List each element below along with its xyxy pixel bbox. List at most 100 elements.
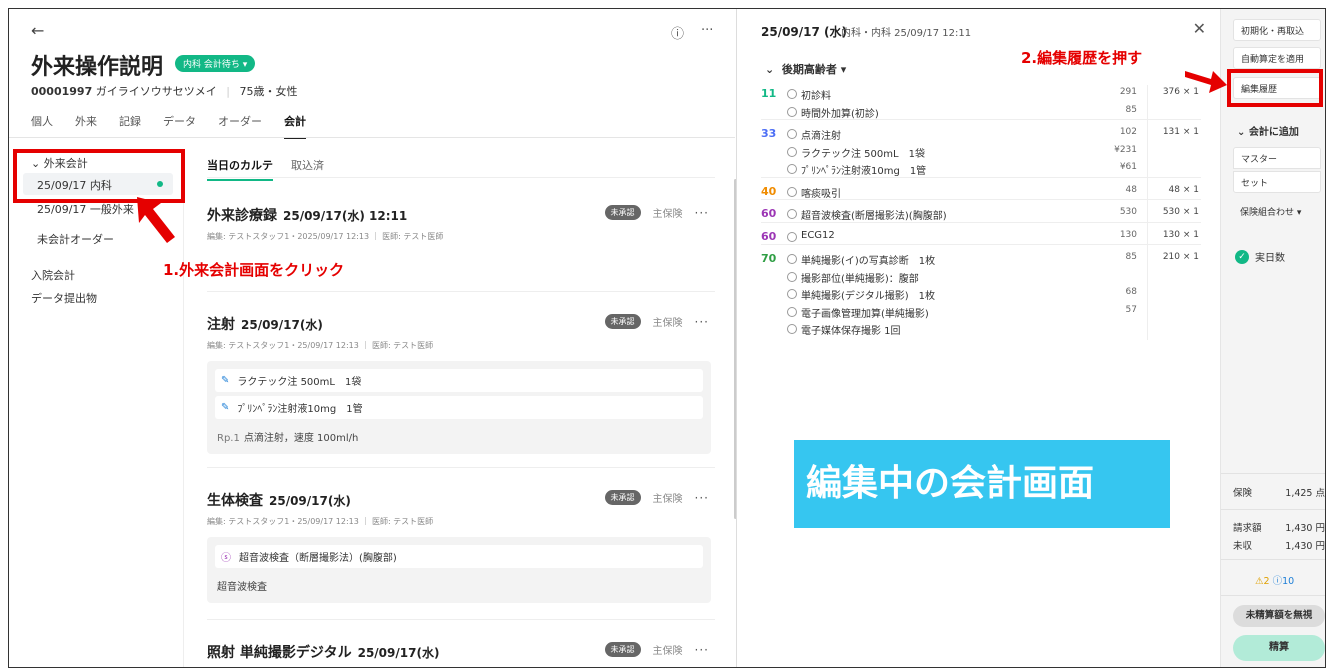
- check-circle-icon: ✓: [1235, 249, 1249, 264]
- tab-order[interactable]: オーダー: [218, 113, 262, 139]
- close-icon[interactable]: ✕: [1193, 19, 1206, 38]
- billing-item-points: 68: [1125, 287, 1137, 297]
- billing-category-code: 60: [761, 229, 777, 243]
- card-meta: 編集: テストスタッフ1・2025/09/17 12:13 ｜ 医師: テスト医…: [207, 232, 444, 241]
- billing-entry-row[interactable]: 撮影部位(単純撮影)：腹部: [761, 270, 1201, 287]
- apply-auto-calc-button[interactable]: 自動算定を適用: [1233, 47, 1321, 69]
- billing-entry-row[interactable]: 電子画像管理加算(単純撮影) 57: [761, 305, 1201, 322]
- billing-category-code: 60: [761, 207, 777, 220]
- syringe-icon: ✎: [221, 375, 230, 386]
- patient-age-sex: 75歳・女性: [239, 85, 298, 98]
- radio-icon[interactable]: [787, 89, 797, 99]
- warning-icon: ⚠: [1255, 576, 1264, 587]
- billing-item-points: ¥231: [1114, 144, 1137, 155]
- tab-billing[interactable]: 会計: [284, 113, 306, 139]
- divider: [1221, 559, 1325, 560]
- billing-edit-pane: 25/09/17 (水) 内科・内科 25/09/17 12:11 ✕ ⌄ 後期…: [736, 9, 1220, 667]
- billing-item-name: ECG12: [801, 229, 835, 241]
- tab-personal[interactable]: 個人: [31, 113, 53, 139]
- info-icon[interactable]: ⓘ: [671, 23, 684, 42]
- add-to-billing-label[interactable]: ⌄ 会計に追加: [1237, 123, 1299, 138]
- billing-item-points: 291: [1119, 87, 1137, 97]
- billing-item-points: 130: [1119, 229, 1137, 240]
- unapproved-badge: 未承認: [604, 205, 641, 220]
- billing-item-name: 時間外加算(初診): [801, 108, 879, 120]
- radio-icon[interactable]: [787, 271, 797, 282]
- card-actions: 未承認 主保険 ···: [604, 490, 709, 505]
- billing-item-name: 喀痰吸引: [801, 188, 841, 200]
- tab-data[interactable]: データ: [163, 113, 196, 139]
- billing-item-name: ﾌﾟﾘﾝﾍﾟﾗﾝ注射液10mg 1管: [801, 166, 927, 177]
- entry-divider: [761, 221, 1201, 223]
- patient-info: 00001997 ガイライソウサセツメイ | 75歳・女性: [31, 85, 298, 98]
- card-actions: 未承認 主保険 ···: [604, 314, 709, 329]
- tab-outpatient[interactable]: 外来: [75, 113, 97, 139]
- billing-entry-row[interactable]: 電子媒体保存撮影 1回: [761, 322, 1201, 339]
- order-note: Rp.1 点滴注射，速度 100ml/h: [217, 433, 359, 444]
- patient-kana: ガイライソウサセツメイ: [95, 85, 217, 98]
- record-card-physiology: 生体検査 25/09/17(水) 編集: テストスタッフ1・25/09/17 12…: [207, 490, 715, 603]
- radio-icon[interactable]: [787, 209, 797, 219]
- actual-days-check[interactable]: ✓ 実日数: [1235, 249, 1285, 264]
- alerts[interactable]: ⚠2 ⓘ10: [1255, 573, 1294, 587]
- main-tabs: 個人 外来 記録 データ オーダー 会計: [31, 113, 306, 139]
- billing-entry-row[interactable]: ラクテック注 500mL 1袋 ¥231: [761, 145, 1201, 162]
- entry-divider: [761, 119, 1201, 120]
- billing-item-total: 131 × 1: [1162, 127, 1199, 137]
- radio-icon[interactable]: [787, 306, 797, 317]
- unapproved-badge: 未承認: [604, 642, 641, 657]
- tab-records[interactable]: 記録: [119, 113, 141, 139]
- card-more-icon[interactable]: ···: [695, 643, 709, 657]
- patient-id: 00001997: [31, 85, 93, 98]
- unapproved-badge: 未承認: [604, 314, 641, 329]
- billing-item-total: 130 × 1: [1162, 229, 1199, 240]
- annotation-arrow-1-icon: [137, 197, 175, 243]
- radio-icon[interactable]: [787, 164, 797, 174]
- radio-icon[interactable]: [787, 231, 797, 242]
- radio-icon[interactable]: [787, 106, 797, 117]
- card-actions: 未承認 主保険 ···: [604, 642, 709, 657]
- settle-button[interactable]: 精算: [1233, 635, 1325, 661]
- card-divider: [207, 291, 715, 292]
- annotation-arrow-2-icon: [1185, 71, 1227, 93]
- ignore-unpaid-button[interactable]: 未精算額を無視: [1233, 605, 1325, 627]
- billing-entry-row[interactable]: 70 単純撮影(イ)の写真診断 1枚 85 210 × 1: [761, 252, 1201, 269]
- card-more-icon[interactable]: ···: [695, 491, 709, 505]
- overlay-caption: 編集中の会計画面: [794, 440, 1170, 528]
- radio-icon[interactable]: [787, 254, 797, 264]
- master-item[interactable]: マスター: [1233, 147, 1321, 169]
- billing-item-name: 電子画像管理加算(単純撮影): [801, 308, 929, 320]
- coin-icon: ⓢ: [221, 553, 231, 564]
- billing-item-points: 85: [1125, 104, 1137, 115]
- set-item[interactable]: セット: [1233, 171, 1321, 193]
- sidebar-link-data-submission[interactable]: データ提出物: [31, 290, 97, 306]
- insurance-combination-select[interactable]: 保険組合わせ ▾: [1233, 201, 1321, 223]
- order-row[interactable]: ✎ ラクテック注 500mL 1袋: [215, 369, 703, 392]
- order-row[interactable]: ⓢ 超音波検査（断層撮影法）(胸腹部): [215, 545, 703, 568]
- record-card-radiography: 照射 単純撮影デジタル 25/09/17(水) 未承認 主保険 ···: [207, 642, 715, 662]
- billing-entry-row[interactable]: 単純撮影(デジタル撮影) 1枚 68: [761, 287, 1201, 304]
- insurance-label: 主保険: [652, 494, 683, 505]
- info-icon: ⓘ: [1272, 576, 1283, 587]
- radio-icon[interactable]: [787, 186, 797, 197]
- order-row[interactable]: ✎ ﾌﾟﾘﾝﾍﾟﾗﾝ注射液10mg 1管: [215, 396, 703, 419]
- radio-icon[interactable]: [787, 146, 797, 157]
- card-more-icon[interactable]: ···: [695, 206, 709, 220]
- sidebar-link-inpatient[interactable]: 入院会計: [31, 267, 75, 283]
- billing-item-points: 102: [1119, 127, 1137, 137]
- billing-entry-row[interactable]: 33 点滴注射 102 131 × 1: [761, 127, 1201, 144]
- billing-entry-row[interactable]: 11 初診料 291 376 × 1: [761, 87, 1201, 104]
- insurance-group-header[interactable]: ⌄ 後期高齢者 ▾: [765, 61, 846, 77]
- reset-reimport-button[interactable]: 初期化・再取込: [1233, 19, 1321, 41]
- billing-item-total: 530 × 1: [1162, 207, 1199, 217]
- more-icon[interactable]: ···: [701, 23, 713, 38]
- back-arrow-icon[interactable]: ←: [31, 21, 44, 40]
- status-badge[interactable]: 内科 会計待ち ▾: [175, 55, 256, 72]
- card-meta: 編集: テストスタッフ1・25/09/17 12:13 ｜ 医師: テスト医師: [207, 517, 434, 526]
- radio-icon[interactable]: [787, 129, 797, 139]
- radio-icon[interactable]: [787, 289, 797, 299]
- card-meta: 編集: テストスタッフ1・25/09/17 12:13 ｜ 医師: テスト医師: [207, 341, 434, 350]
- card-more-icon[interactable]: ···: [695, 315, 709, 329]
- divider: [1221, 473, 1325, 474]
- radio-icon[interactable]: [787, 324, 797, 334]
